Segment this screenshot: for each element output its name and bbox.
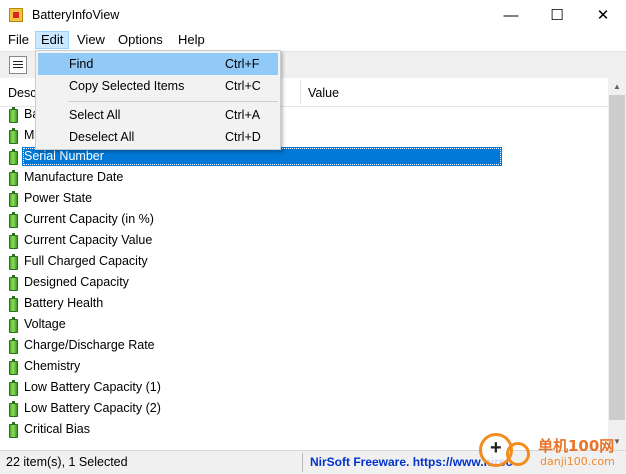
watermark-ring-icon <box>506 442 530 466</box>
list-item[interactable]: Current Capacity (in %) <box>0 209 608 230</box>
site-watermark-logo: 单机100网 danji100.com <box>476 430 626 473</box>
menu-item-shortcut: Ctrl+A <box>225 108 261 122</box>
menu-file[interactable]: File <box>3 31 34 49</box>
list-item[interactable]: Full Charged Capacity <box>0 251 608 272</box>
edit-dropdown-menu: Find Ctrl+F Copy Selected Items Ctrl+C S… <box>35 50 281 150</box>
battery-icon <box>9 296 18 312</box>
status-item-count: 22 item(s), 1 Selected <box>6 455 128 469</box>
battery-icon <box>9 128 18 144</box>
window-title: BatteryInfoView <box>32 8 120 22</box>
app-icon <box>9 8 23 22</box>
menu-item-label: Copy Selected Items <box>69 79 185 93</box>
list-item[interactable]: Manufacture Date <box>0 167 608 188</box>
properties-icon[interactable] <box>9 56 27 74</box>
list-item-label: Designed Capacity <box>24 275 129 289</box>
battery-icon <box>9 401 18 417</box>
minimize-button[interactable]: — <box>488 0 534 30</box>
menu-edit[interactable]: Edit <box>35 31 70 49</box>
menu-item-find[interactable]: Find Ctrl+F <box>38 53 278 75</box>
close-button[interactable]: ✕ <box>580 0 626 30</box>
menu-view[interactable]: View <box>72 31 110 49</box>
menu-item-copy-selected[interactable]: Copy Selected Items Ctrl+C <box>38 75 278 97</box>
watermark-url: danji100.com <box>540 455 615 468</box>
column-divider[interactable] <box>300 80 301 104</box>
menu-item-shortcut: Ctrl+C <box>225 79 261 93</box>
list-item[interactable]: Current Capacity Value <box>0 230 608 251</box>
list-item-label: M <box>24 128 35 142</box>
list-item[interactable]: Battery Health <box>0 293 608 314</box>
vertical-scrollbar[interactable]: ▲ ▼ <box>608 78 626 450</box>
menu-options[interactable]: Options <box>113 31 168 49</box>
list-item[interactable]: Designed Capacity <box>0 272 608 293</box>
list-item-label: Full Charged Capacity <box>24 254 148 268</box>
list-item[interactable]: Power State <box>0 188 608 209</box>
menu-help[interactable]: Help <box>173 31 210 49</box>
list-item-label: Current Capacity Value <box>24 233 153 247</box>
menu-item-label: Select All <box>69 108 121 122</box>
battery-icon <box>9 338 18 354</box>
menu-item-deselect-all[interactable]: Deselect All Ctrl+D <box>38 126 278 148</box>
battery-icon <box>9 107 18 123</box>
column-value[interactable]: Value <box>308 86 339 100</box>
list-item[interactable]: Chemistry <box>0 356 608 377</box>
menu-item-label: Deselect All <box>69 130 135 144</box>
column-description[interactable]: Desc <box>8 86 36 100</box>
battery-icon <box>9 275 18 291</box>
battery-icon <box>9 191 18 207</box>
battery-icon <box>9 254 18 270</box>
list-item-label: Battery Health <box>24 296 104 310</box>
list-item[interactable]: Low Battery Capacity (1) <box>0 377 608 398</box>
list-item-label: Low Battery Capacity (1) <box>24 380 161 394</box>
list-item-label: Voltage <box>24 317 66 331</box>
maximize-button[interactable]: ☐ <box>534 0 580 30</box>
list-item[interactable]: Charge/Discharge Rate <box>0 335 608 356</box>
battery-icon <box>9 170 18 186</box>
status-divider <box>302 453 303 472</box>
list-item-label: Critical Bias <box>24 422 90 436</box>
list-item-label: Serial Number <box>24 149 104 163</box>
watermark-text: 单机100网 <box>538 437 615 455</box>
scroll-up-arrow-icon[interactable]: ▲ <box>608 78 626 95</box>
scrollbar-thumb[interactable] <box>609 95 625 420</box>
menu-item-shortcut: Ctrl+D <box>225 130 261 144</box>
menu-item-shortcut: Ctrl+F <box>225 57 260 71</box>
list-item-label: Low Battery Capacity (2) <box>24 401 161 415</box>
menu-item-select-all[interactable]: Select All Ctrl+A <box>38 104 278 126</box>
battery-icon <box>9 422 18 438</box>
list-item-label: Charge/Discharge Rate <box>24 338 155 352</box>
battery-icon <box>9 212 18 228</box>
battery-icon <box>9 380 18 396</box>
menu-separator <box>68 101 278 102</box>
battery-icon <box>9 359 18 375</box>
menu-item-label: Find <box>69 57 94 71</box>
battery-icon <box>9 317 18 333</box>
battery-icon <box>9 149 18 165</box>
list-item-label: Chemistry <box>24 359 81 373</box>
list-item-label: Manufacture Date <box>24 170 124 184</box>
list-item[interactable]: Low Battery Capacity (2) <box>0 398 608 419</box>
title-bar: BatteryInfoView — ☐ ✕ <box>0 0 626 30</box>
list-item[interactable]: Voltage <box>0 314 608 335</box>
list-item-label: Power State <box>24 191 93 205</box>
menu-bar: File Edit View Options Help <box>0 30 626 50</box>
battery-icon <box>9 233 18 249</box>
list-item-label: Current Capacity (in %) <box>24 212 154 226</box>
